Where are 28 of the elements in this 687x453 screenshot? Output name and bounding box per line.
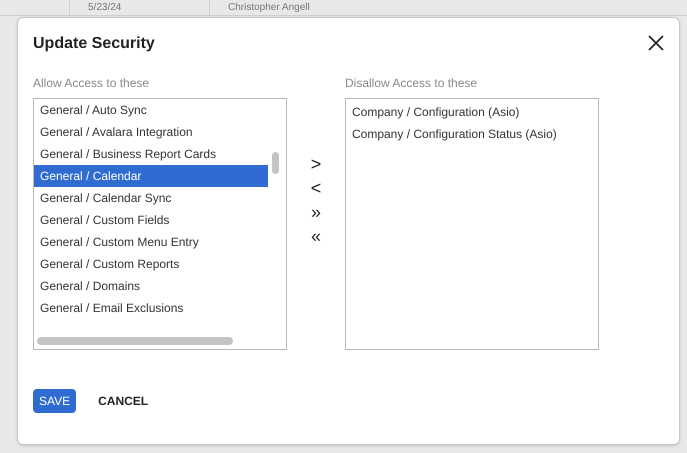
list-item[interactable]: General / Avalara Integration [34,121,268,143]
list-item[interactable]: General / Calendar Sync [34,187,268,209]
disallow-list[interactable]: Company / Configuration (Asio) Company / Configuration Status (Asio) [345,98,599,350]
allow-list[interactable] [33,98,287,350]
list-label: Disallow Access to these [345,75,478,90]
dialog-title: Update Security [33,34,155,54]
list-label: Allow Access to these [33,75,150,90]
move-button[interactable]: » [310,200,321,224]
list-item[interactable]: General / Domains [34,275,268,297]
list-item[interactable]: General / Custom Fields [34,209,268,231]
scrollbar-thumb[interactable] [37,337,233,345]
move-button[interactable]: « [310,224,321,248]
list-item[interactable]: General / Auto Sync [34,99,268,121]
table-cell-text: Christopher Angell [227,1,311,15]
save-button[interactable]: SAVE [33,389,76,413]
list-item[interactable]: Company / Configuration (Asio) [346,101,598,123]
list-item[interactable]: General / Custom Menu Entry [34,231,268,253]
list-item[interactable]: General / Business Report Cards [34,143,268,165]
list-item[interactable]: Company / Configuration Status (Asio) [346,123,598,145]
scrollbar-thumb[interactable] [272,152,279,174]
close-icon [648,35,664,51]
list-item[interactable]: General / Custom Reports [34,253,268,275]
cancel-button[interactable]: CANCEL [96,389,150,413]
list-item[interactable]: General / Email Exclusions [34,297,268,319]
move-button[interactable]: > [310,152,322,176]
move-button[interactable]: < [310,176,322,200]
list-item[interactable]: General / Calendar [34,165,268,187]
table-cell: 5/23/24 [70,0,210,15]
